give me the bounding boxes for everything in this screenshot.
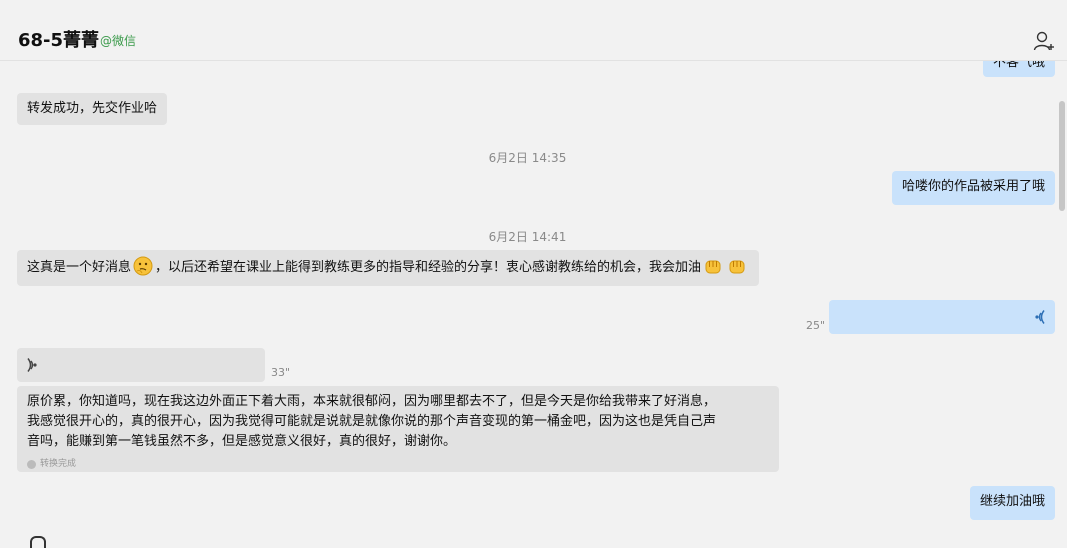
add-user-icon[interactable]: [1033, 30, 1055, 52]
message-text: 继续加油哦: [979, 494, 1045, 509]
message-text: 这真是一个好消息: [27, 260, 132, 275]
message-text: ，以后还希望在课业上能得到教练更多的指导和经验的分享！衷心感谢教练给的机会，我会…: [155, 260, 702, 275]
chat-title: 68-5菁菁: [18, 30, 100, 51]
chat-header: 68-5菁菁 @微信: [0, 0, 1067, 61]
message-text: 转发成功，先交作业哈: [27, 101, 158, 116]
outgoing-message[interactable]: 哈喽你的作品被采用了哦: [891, 171, 1055, 205]
message-text: 哈喽你的作品被采用了哦: [901, 179, 1045, 194]
wechat-tag: @微信: [100, 34, 137, 48]
voice-duration: 25": [806, 319, 826, 332]
timestamp: 6月2日 14:35: [488, 151, 567, 165]
transcript-status-label: 转换完成: [40, 459, 77, 469]
transcript-status: 转换完成: [27, 454, 769, 474]
voice-duration: 33": [271, 366, 291, 379]
timestamp: 6月2日 14:41: [488, 230, 567, 244]
fist-emoji-icon: [705, 260, 721, 274]
voice-wave-icon: [1035, 310, 1045, 324]
incoming-message[interactable]: 这真是一个好消息 ，以后还希望在课业上能得到教练更多的指导和经验的分享！衷心感谢教…: [17, 250, 760, 286]
chat-history[interactable]: 不客气哦 转发成功，先交作业哈 6月2日 14:35 哈喽你的作品被采用了哦 6…: [0, 61, 1055, 543]
message-text: 不客气哦: [992, 61, 1045, 70]
transcript-text-line: 原价累，你知道吗，现在我这边外面正下着大雨，本来就很郁闷，因为哪里都去不了，但是…: [27, 394, 717, 409]
check-circle-icon: [27, 459, 36, 469]
transcript-text-line: 音吗，能赚到第一笔钱虽然不多，但是感觉意义很好，真的很好，谢谢你。: [27, 434, 457, 449]
outgoing-message[interactable]: 继续加油哦: [969, 486, 1055, 520]
fist-emoji-icon: [729, 260, 745, 274]
incoming-message[interactable]: 转发成功，先交作业哈: [17, 93, 168, 125]
outgoing-message[interactable]: 不客气哦: [982, 61, 1055, 77]
voice-wave-icon: [27, 358, 37, 372]
incoming-voice-message[interactable]: [17, 348, 265, 382]
scrollbar-thumb[interactable]: [1059, 101, 1065, 211]
scrollbar[interactable]: [1055, 61, 1067, 543]
voice-transcript[interactable]: 原价累，你知道吗，现在我这边外面正下着大雨，本来就很郁闷，因为哪里都去不了，但是…: [17, 386, 779, 472]
outgoing-voice-message[interactable]: [829, 300, 1055, 334]
toolbar-icon[interactable]: [30, 536, 46, 548]
thinking-emoji-icon: [133, 256, 153, 276]
transcript-text-line: 我感觉很开心的，真的很开心，因为我觉得可能就是说就是就像你说的那个声音变现的第一…: [27, 414, 717, 429]
